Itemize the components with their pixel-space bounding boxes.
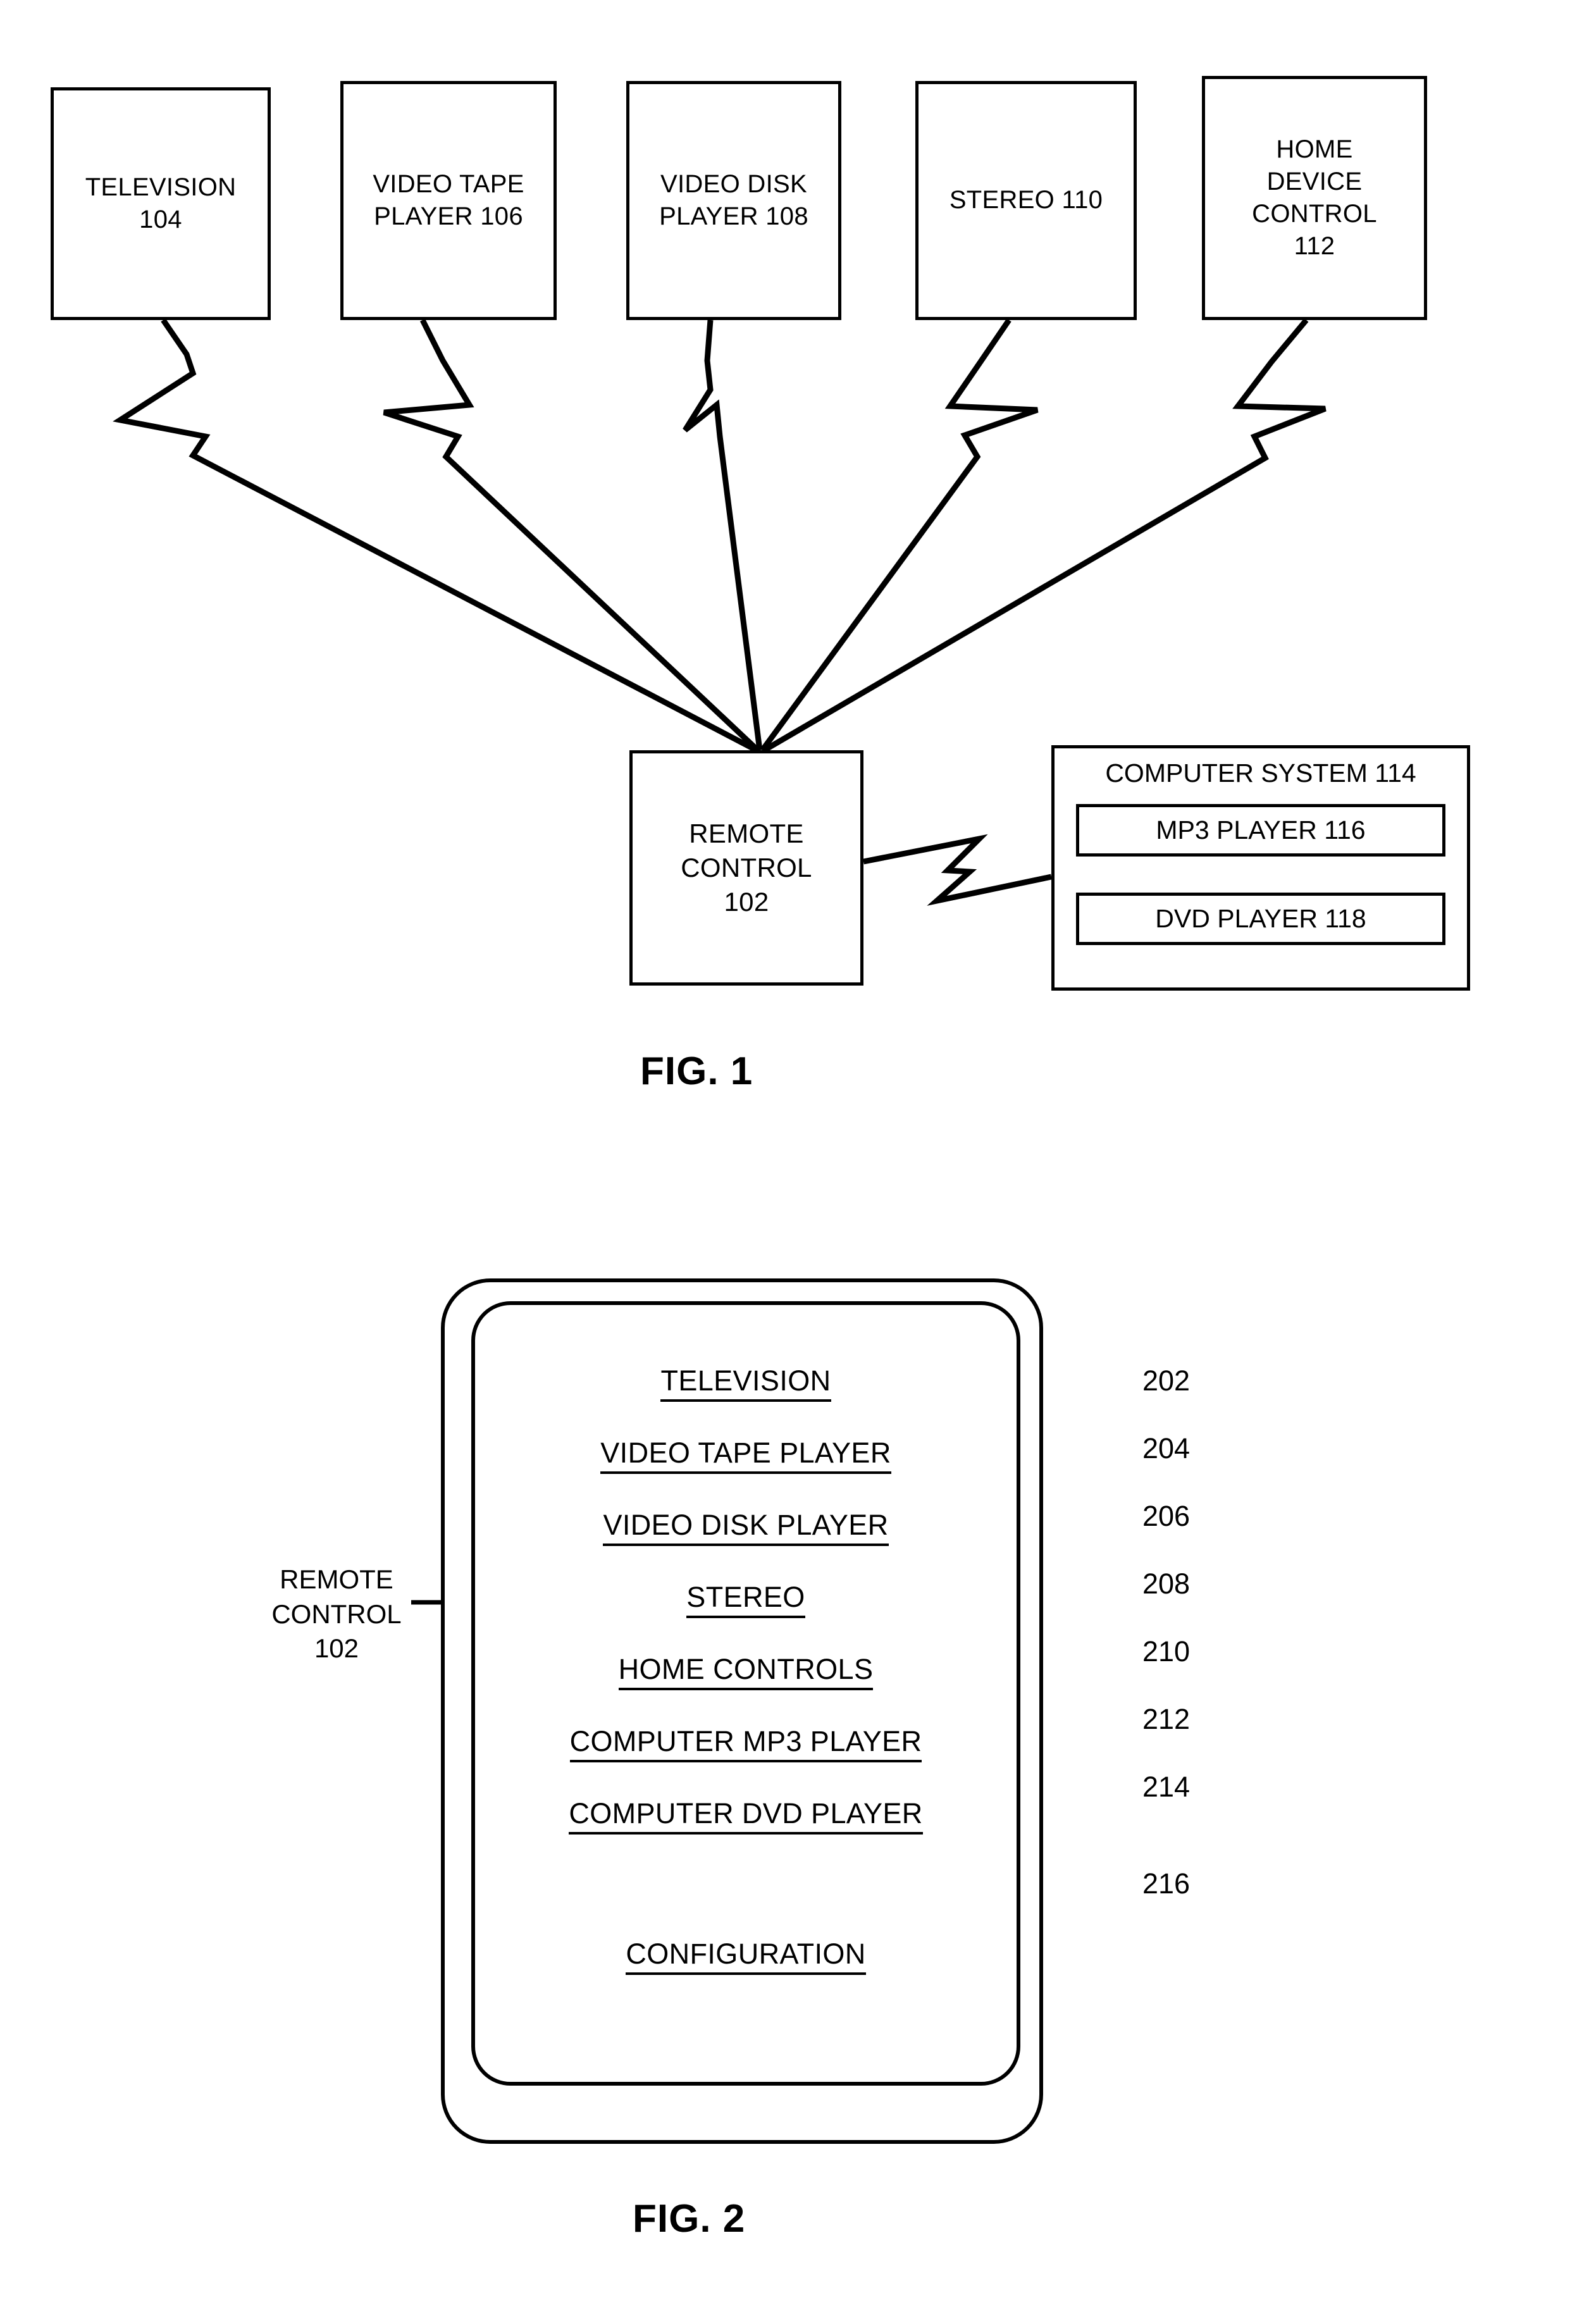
remote-control-ref-line: 102 xyxy=(724,886,769,917)
remote-control-label-line: CONTROL xyxy=(681,853,812,883)
computer-system-box: COMPUTER SYSTEM 114 MP3 PLAYER 116 DVD P… xyxy=(1051,745,1470,991)
lightning-bolt-remote-to-computer xyxy=(863,834,1052,906)
menu-item-video-disk-player[interactable]: VIDEO DISK PLAYER xyxy=(471,1511,1020,1546)
menu-spacer xyxy=(471,1871,1020,1940)
computer-system-title: COMPUTER SYSTEM 114 xyxy=(1105,758,1416,788)
menu-item-stereo[interactable]: STEREO xyxy=(471,1583,1020,1618)
menu-item-label: COMPUTER MP3 PLAYER xyxy=(569,1727,922,1762)
patent-drawing-sheet: TELEVISION 104 VIDEO TAPE PLAYER 106 VID… xyxy=(0,0,1596,2314)
reference-number: 210 xyxy=(1142,1635,1191,1667)
device-box-label-line: STEREO 110 xyxy=(949,186,1103,214)
device-box-label-line: DEVICE xyxy=(1266,167,1363,195)
device-box-label-line: VIDEO DISK xyxy=(660,170,807,198)
remote-control-box: REMOTE CONTROL 102 xyxy=(629,750,863,986)
dvd-player-box: DVD PLAYER 118 xyxy=(1076,893,1445,945)
lightning-bolt-stereo xyxy=(760,318,1039,752)
remote-control-callout-label: REMOTE CONTROL 102 xyxy=(223,1562,450,1666)
figure-1-caption: FIG. 1 xyxy=(640,1049,753,1093)
device-box-ref-line: 104 xyxy=(139,206,182,233)
device-box-label-line: CONTROL xyxy=(1252,200,1377,228)
device-box-home-device-control: HOME DEVICE CONTROL 112 xyxy=(1202,76,1427,320)
menu-item-label: COMPUTER DVD PLAYER xyxy=(569,1799,923,1834)
callout-ref-line: 102 xyxy=(314,1633,359,1664)
reference-number: 206 xyxy=(1142,1500,1191,1532)
device-box-ref-line: 112 xyxy=(1294,232,1335,261)
reference-number: 204 xyxy=(1142,1432,1191,1464)
device-box-television: TELEVISION 104 xyxy=(51,87,271,320)
callout-label-line: CONTROL xyxy=(271,1599,402,1629)
device-box-label-line: VIDEO TAPE xyxy=(373,170,524,198)
remote-control-menu[interactable]: TELEVISION VIDEO TAPE PLAYER VIDEO DISK … xyxy=(471,1366,1020,2012)
device-box-label-line: HOME xyxy=(1276,135,1353,163)
lightning-bolt-home-device-control xyxy=(762,318,1327,753)
reference-number: 214 xyxy=(1142,1771,1191,1803)
lightning-bolt-television xyxy=(113,318,758,753)
figure-2-reference-numbers: 202 204 206 208 210 212 214 216 xyxy=(1142,1366,1244,1937)
lightning-bolt-video-disk-player xyxy=(683,319,763,751)
callout-label-line: REMOTE xyxy=(280,1564,393,1594)
menu-item-label: HOME CONTROLS xyxy=(618,1655,874,1690)
device-box-label-line: TELEVISION xyxy=(85,173,237,201)
figure-2-caption: FIG. 2 xyxy=(633,2197,746,2241)
reference-number: 202 xyxy=(1142,1364,1191,1397)
menu-item-home-controls[interactable]: HOME CONTROLS xyxy=(471,1655,1020,1690)
menu-item-label: VIDEO TAPE PLAYER xyxy=(600,1439,891,1474)
menu-item-label: STEREO xyxy=(686,1583,805,1618)
device-box-ref-line: PLAYER 108 xyxy=(659,202,808,230)
device-box-stereo: STEREO 110 xyxy=(915,81,1137,320)
remote-control-label-line: REMOTE xyxy=(689,819,804,849)
reference-number: 208 xyxy=(1142,1568,1191,1600)
device-box-video-disk-player: VIDEO DISK PLAYER 108 xyxy=(626,81,841,320)
menu-item-label: VIDEO DISK PLAYER xyxy=(603,1511,889,1546)
menu-item-label: TELEVISION xyxy=(660,1366,831,1402)
mp3-player-box: MP3 PLAYER 116 xyxy=(1076,804,1445,857)
menu-item-label: CONFIGURATION xyxy=(626,1940,866,1975)
reference-number: 216 xyxy=(1142,1867,1191,1900)
device-box-video-tape-player: VIDEO TAPE PLAYER 106 xyxy=(340,81,557,320)
menu-item-video-tape-player[interactable]: VIDEO TAPE PLAYER xyxy=(471,1439,1020,1474)
reference-number: 212 xyxy=(1142,1703,1191,1735)
menu-item-configuration[interactable]: CONFIGURATION xyxy=(471,1940,1020,1975)
menu-item-television[interactable]: TELEVISION xyxy=(471,1366,1020,1402)
menu-item-computer-mp3-player[interactable]: COMPUTER MP3 PLAYER xyxy=(471,1727,1020,1762)
menu-item-computer-dvd-player[interactable]: COMPUTER DVD PLAYER xyxy=(471,1799,1020,1834)
lightning-bolt-video-tape-player xyxy=(383,318,760,753)
device-box-ref-line: PLAYER 106 xyxy=(374,202,523,230)
